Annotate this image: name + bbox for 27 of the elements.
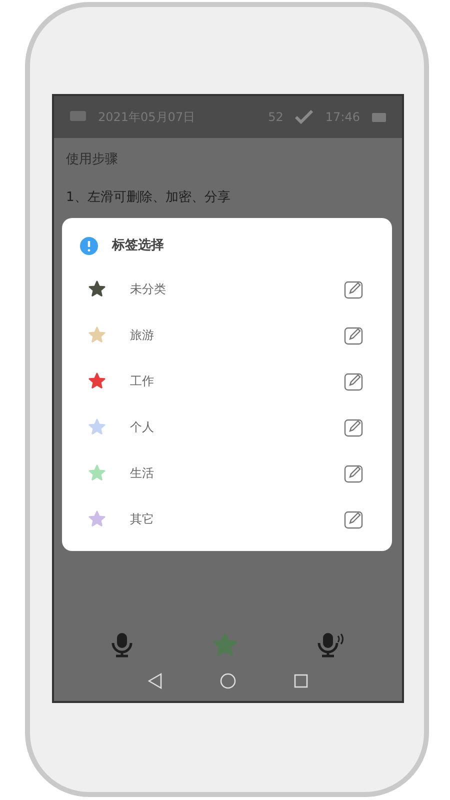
content-heading: 使用步骤 [66, 151, 119, 169]
edit-icon[interactable] [344, 463, 364, 483]
edit-icon[interactable] [344, 279, 364, 299]
edit-icon[interactable] [344, 509, 364, 529]
content-line: 1、左滑可删除、加密、分享 [66, 188, 232, 206]
tag-label: 未分类 [130, 281, 167, 298]
edit-icon[interactable] [344, 371, 364, 391]
recents-icon[interactable] [294, 674, 308, 688]
tag-item[interactable]: 个人 [80, 404, 374, 450]
edit-icon[interactable] [344, 417, 364, 437]
tag-item[interactable]: 工作 [80, 358, 374, 404]
dialog-title: 标签选择 [112, 237, 164, 256]
tag-item[interactable]: 旅游 [80, 312, 374, 358]
edit-icon[interactable] [344, 325, 364, 345]
home-icon[interactable] [220, 673, 236, 689]
tag-label: 其它 [130, 511, 155, 528]
tag-item[interactable]: 未分类 [80, 266, 374, 312]
star-icon[interactable] [212, 632, 238, 658]
tag-item[interactable]: 生活 [80, 450, 374, 496]
tag-label: 生活 [130, 465, 155, 482]
tag-item[interactable]: 其它 [80, 496, 374, 542]
tag-label: 旅游 [130, 327, 155, 344]
info-icon [80, 237, 98, 255]
back-icon[interactable] [148, 673, 162, 689]
tag-label: 工作 [130, 373, 155, 390]
tag-label: 个人 [130, 419, 155, 436]
check-icon [295, 110, 314, 124]
